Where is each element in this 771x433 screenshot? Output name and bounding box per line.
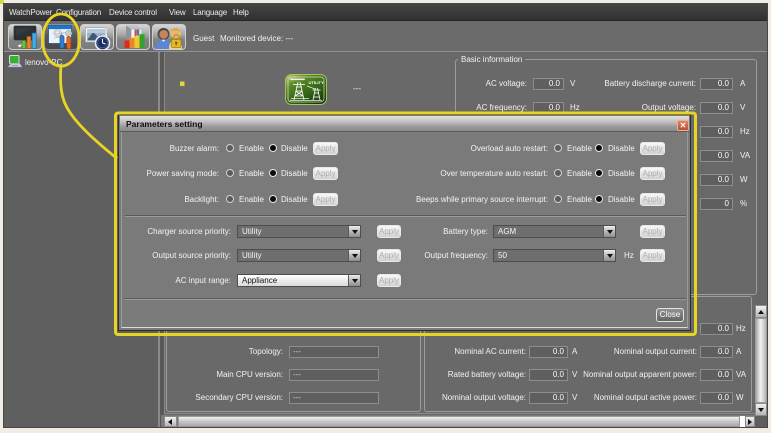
svg-text:UTILITY: UTILITY <box>309 80 324 85</box>
